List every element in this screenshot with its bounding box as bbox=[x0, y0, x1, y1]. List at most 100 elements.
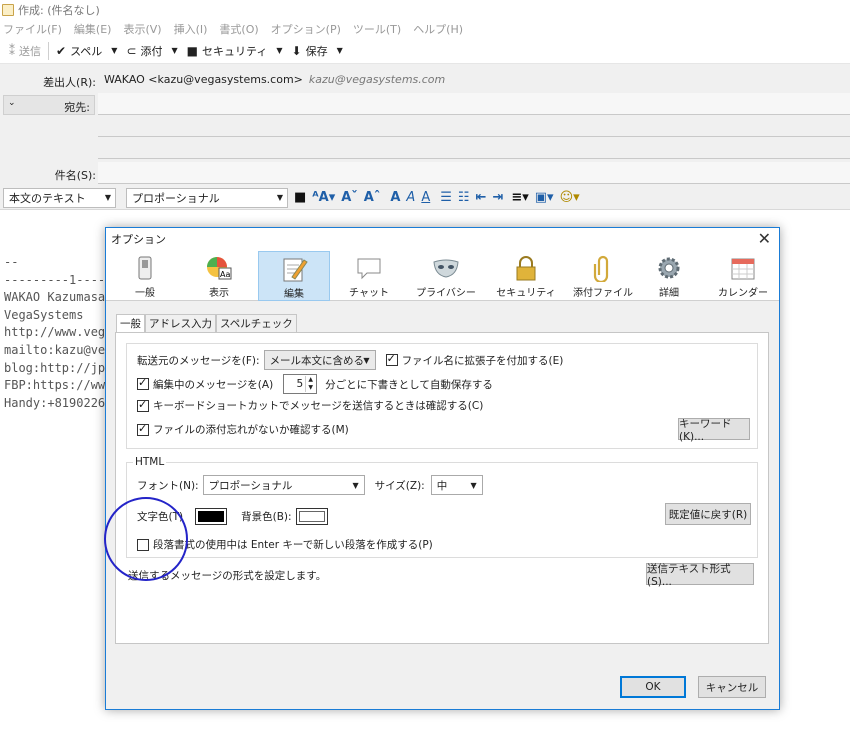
attach-dropdown-icon[interactable]: ▼ bbox=[168, 46, 182, 55]
gear-icon bbox=[658, 257, 680, 279]
tab-address-input[interactable]: アドレス入力 bbox=[145, 314, 216, 332]
tab-spellcheck[interactable]: スペルチェック bbox=[216, 314, 297, 332]
italic-icon[interactable]: A bbox=[406, 190, 415, 205]
save-button[interactable]: ⬇ 保存 bbox=[287, 40, 333, 62]
reset-defaults-button[interactable]: 既定値に戻す(R) bbox=[665, 503, 751, 525]
to-input-3[interactable] bbox=[98, 137, 850, 159]
category-security[interactable]: セキュリティ bbox=[490, 251, 562, 301]
smaller-text-icon[interactable]: Aˇ bbox=[341, 190, 358, 205]
shortcut-confirm-checkbox[interactable] bbox=[137, 398, 149, 412]
numbered-list-icon[interactable]: ☷ bbox=[458, 190, 470, 205]
menu-file[interactable]: ファイル(F) bbox=[3, 21, 62, 37]
close-icon[interactable]: ✕ bbox=[758, 229, 771, 248]
insert-image-icon[interactable]: ▣▾ bbox=[535, 190, 554, 205]
dialog-titlebar: オプション ✕ bbox=[106, 228, 779, 249]
category-edit[interactable]: 編集 bbox=[258, 251, 330, 301]
category-advanced[interactable]: 詳細 bbox=[636, 251, 702, 301]
menu-help[interactable]: ヘルプ(H) bbox=[413, 21, 463, 37]
ok-button[interactable]: OK bbox=[620, 676, 686, 698]
menu-edit[interactable]: 編集(E) bbox=[74, 21, 112, 37]
chevron-down-icon: ▼ bbox=[104, 192, 111, 202]
speech-bubble-icon bbox=[357, 258, 381, 280]
html-font-select[interactable]: プロポーショナル ▼ bbox=[202, 475, 365, 495]
subject-row: 件名(S): bbox=[0, 163, 96, 185]
font-size-icon[interactable]: ᴬA▾ bbox=[312, 190, 335, 205]
larger-text-icon[interactable]: Aˆ bbox=[364, 190, 381, 205]
tab-general[interactable]: 一般 bbox=[116, 314, 145, 333]
attach-button[interactable]: ⊂ 添付 bbox=[121, 40, 167, 62]
category-general[interactable]: 一般 bbox=[114, 251, 176, 301]
chevron-down-icon: ⌄ bbox=[8, 98, 16, 108]
dialog-title: オプション bbox=[111, 232, 166, 246]
body-line: Handy:+8190226 bbox=[4, 395, 106, 410]
to-input-1[interactable] bbox=[98, 93, 850, 115]
category-bar: 一般 Aa 表示 編集 チャット プライバシー セキュリティ 添付ファイル 詳細 bbox=[106, 249, 779, 301]
body-line: -- bbox=[4, 255, 19, 269]
from-identity: kazu@vegasystems.com bbox=[308, 73, 446, 86]
html-size-value: 中 bbox=[436, 479, 448, 492]
send-format-button[interactable]: 送信テキスト形式(S)... bbox=[646, 563, 754, 588]
category-chat[interactable]: チャット bbox=[336, 251, 402, 301]
bold-icon[interactable]: A bbox=[390, 190, 400, 205]
security-button[interactable]: ■ セキュリティ bbox=[182, 40, 273, 62]
spin-up-icon[interactable]: ▲ bbox=[305, 376, 315, 384]
category-attachments[interactable]: 添付ファイル bbox=[564, 251, 642, 301]
mask-icon bbox=[433, 259, 459, 278]
html-group: HTML フォント(N): プロポーショナル ▼ サイズ(Z): 中 ▼ 文字色… bbox=[126, 456, 758, 558]
recipient-type-select[interactable]: ⌄ 宛先: bbox=[3, 95, 95, 115]
paragraph-option-checkbox[interactable] bbox=[137, 538, 149, 551]
palette-icon: Aa bbox=[207, 257, 232, 280]
body-line: VegaSystems bbox=[4, 307, 84, 322]
category-calendar[interactable]: カレンダー bbox=[712, 251, 774, 301]
indent-icon[interactable]: ⇥ bbox=[492, 190, 503, 205]
body-line: ---------1---- bbox=[4, 272, 106, 287]
subject-input[interactable] bbox=[98, 162, 850, 184]
text-color-picker[interactable] bbox=[195, 508, 228, 525]
category-privacy[interactable]: プライバシー bbox=[410, 251, 482, 301]
category-display[interactable]: Aa 表示 bbox=[186, 251, 252, 301]
menu-insert[interactable]: 挿入(I) bbox=[174, 21, 208, 37]
menu-tools[interactable]: ツール(T) bbox=[353, 21, 401, 37]
from-select[interactable]: WAKAO <kazu@vegasystems.com> kazu@vegasys… bbox=[104, 73, 445, 86]
spell-button[interactable]: ✔ スペル bbox=[51, 40, 107, 62]
add-extension-checkbox[interactable] bbox=[385, 352, 398, 366]
underline-icon[interactable]: A bbox=[421, 190, 430, 205]
category-label: 詳細 bbox=[659, 288, 679, 299]
forward-mode-select[interactable]: メール本文に含める ▼ bbox=[263, 350, 376, 370]
paragraph-format-select[interactable]: 本文のテキスト ▼ bbox=[3, 187, 116, 208]
outdent-icon[interactable]: ⇤ bbox=[476, 190, 487, 205]
menu-view[interactable]: 表示(V) bbox=[123, 21, 161, 37]
keyword-button[interactable]: キーワード(K)... bbox=[678, 418, 750, 443]
text-color-icon[interactable]: ■ bbox=[294, 190, 306, 205]
smiley-icon[interactable]: ☺▾ bbox=[560, 190, 580, 205]
text-color-label: 文字色(T) bbox=[137, 511, 184, 523]
options-tabs: 一般 アドレス入力 スペルチェック bbox=[116, 314, 297, 333]
autosave-minutes-stepper[interactable]: 5 ▲ ▼ bbox=[283, 374, 318, 394]
font-select[interactable]: プロポーショナル ▼ bbox=[126, 187, 288, 208]
attach-label: 添付 bbox=[140, 44, 163, 58]
html-font-value: プロポーショナル bbox=[208, 479, 293, 492]
paperclip-icon: ⊂ bbox=[126, 43, 137, 58]
autosave-checkbox[interactable] bbox=[137, 376, 149, 390]
cancel-button[interactable]: キャンセル bbox=[698, 676, 766, 698]
menu-format[interactable]: 書式(O) bbox=[219, 21, 258, 37]
security-dropdown-icon[interactable]: ▼ bbox=[272, 46, 286, 55]
window-title: 作成: (件名なし) bbox=[18, 4, 100, 17]
menu-options[interactable]: オプション(P) bbox=[271, 21, 341, 37]
compose-toolbar: ⁑ 送信 ✔ スペル ▼ ⊂ 添付 ▼ ■ セキュリティ ▼ ⬇ 保存 ▼ bbox=[0, 38, 850, 64]
autosave-label: 編集中のメッセージを(A) bbox=[153, 378, 274, 391]
attach-reminder-checkbox[interactable] bbox=[137, 422, 149, 436]
paragraph-option-label: 段落書式の使用中は Enter キーで新しい段落を作成する(P) bbox=[153, 539, 433, 551]
spin-down-icon[interactable]: ▼ bbox=[305, 384, 315, 392]
category-label: プライバシー bbox=[416, 288, 476, 299]
bg-color-picker[interactable] bbox=[295, 508, 328, 525]
spell-dropdown-icon[interactable]: ▼ bbox=[107, 46, 121, 55]
bullet-list-icon[interactable]: ☰ bbox=[440, 190, 452, 205]
save-dropdown-icon[interactable]: ▼ bbox=[333, 46, 347, 55]
message-body[interactable]: -- ---------1---- WAKAO Kazumasa VegaSys… bbox=[4, 254, 105, 412]
html-size-select[interactable]: 中 ▼ bbox=[430, 475, 483, 495]
align-icon[interactable]: ≡▾ bbox=[511, 190, 528, 205]
send-button[interactable]: ⁑ 送信 bbox=[4, 40, 46, 62]
to-input-2[interactable] bbox=[98, 115, 850, 137]
forward-mode-value: メール本文に含める bbox=[269, 354, 365, 367]
